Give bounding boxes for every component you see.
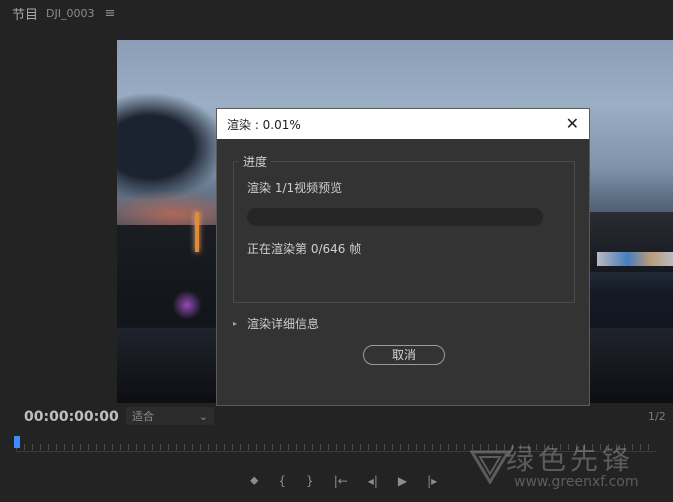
- marker-icon[interactable]: ⬥: [250, 473, 258, 488]
- resolution-select[interactable]: 1/2: [648, 410, 666, 423]
- zoom-fit-select[interactable]: 适合 ⌄: [126, 407, 214, 425]
- preview-lights-left: [172, 290, 202, 320]
- zoom-fit-value: 适合: [132, 410, 154, 423]
- watermark-text: 绿色先锋: [506, 443, 635, 476]
- preview-lights-right: [597, 252, 673, 266]
- watermark-logo-icon: [470, 450, 510, 484]
- render-status-text: 渲染 1/1视频预览: [247, 181, 343, 195]
- playhead-icon[interactable]: [14, 436, 20, 448]
- render-dialog: 渲染 : 0.01% ✕ 进度 渲染 1/1视频预览 正在渲染第 0/646 帧…: [216, 108, 590, 406]
- panel-menu-icon[interactable]: ≡: [104, 6, 115, 21]
- preview-tower: [195, 212, 199, 252]
- sequence-name[interactable]: DJI_0003: [46, 7, 94, 20]
- cancel-button[interactable]: 取消: [363, 345, 445, 365]
- render-details-toggle[interactable]: ▸ 渲染详细信息: [233, 315, 319, 332]
- progress-group-label: 进度: [239, 153, 272, 170]
- program-monitor-header: 节目 DJI_0003 ≡: [0, 0, 673, 26]
- step-forward-icon[interactable]: |▸: [427, 474, 437, 488]
- dialog-title: 渲染 : 0.01%: [227, 117, 301, 132]
- monitor-title[interactable]: 节目: [12, 4, 38, 23]
- chevron-right-icon: ▸: [233, 319, 238, 328]
- step-back-icon[interactable]: ◂|: [368, 474, 378, 488]
- watermark-url: www.greenxf.com: [514, 474, 639, 490]
- close-icon[interactable]: ✕: [566, 116, 579, 132]
- mark-in-icon[interactable]: {: [278, 474, 286, 488]
- render-details-label: 渲染详细信息: [247, 317, 320, 331]
- progress-bar: [247, 208, 543, 226]
- dialog-titlebar[interactable]: 渲染 : 0.01% ✕: [217, 109, 589, 139]
- go-to-in-icon[interactable]: |←: [334, 474, 348, 488]
- preview-cloud: [117, 92, 227, 202]
- watermark: 绿色先锋 www.greenxf.com: [470, 438, 670, 498]
- frame-status-text: 正在渲染第 0/646 帧: [247, 242, 362, 256]
- play-icon[interactable]: ▶: [398, 474, 407, 488]
- transport-controls: ⬥ { } |← ◂| ▶ |▸: [250, 473, 437, 488]
- chevron-down-icon: ⌄: [198, 409, 208, 423]
- playhead-timecode[interactable]: 00:00:00:00: [24, 409, 119, 425]
- mark-out-icon[interactable]: }: [306, 474, 314, 488]
